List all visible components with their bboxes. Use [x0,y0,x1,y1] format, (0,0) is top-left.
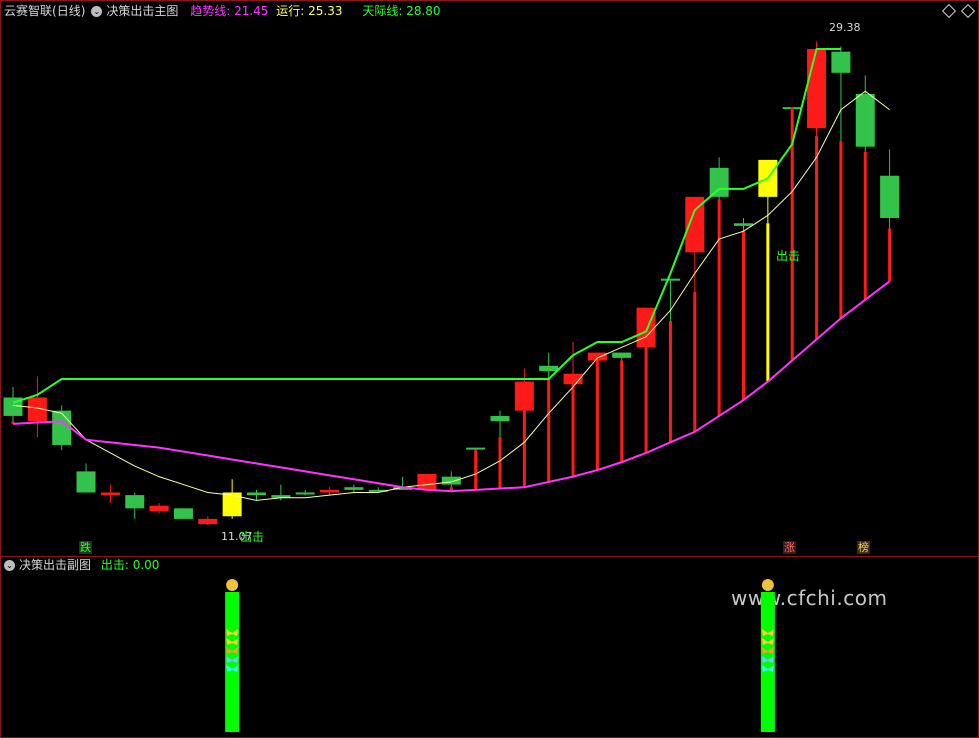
money-bag-icon [761,579,774,591]
strike-label: 出击 [240,530,264,544]
sky-line [12,48,841,404]
trend-line [12,280,891,493]
money-bag-icon [226,579,239,591]
candlestick-chart[interactable]: 29.38 11.07 出击 出击 [0,0,979,738]
strike-label: 出击 [776,249,800,263]
high-price-label: 29.38 [829,21,861,34]
run-line [12,90,890,501]
